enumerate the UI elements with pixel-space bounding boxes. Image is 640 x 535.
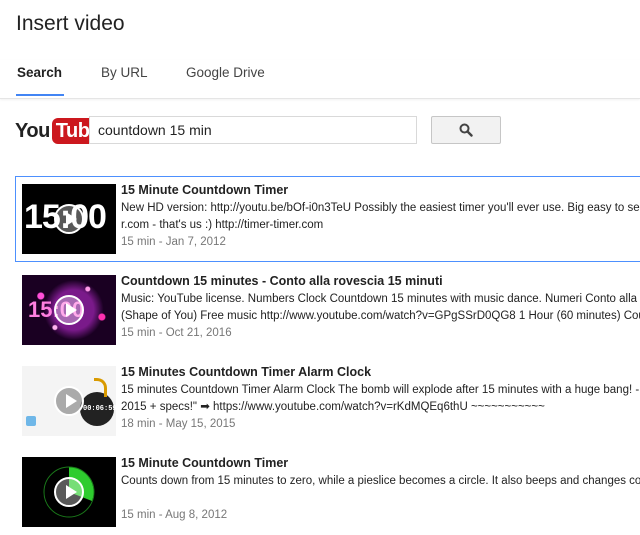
magnifier-icon — [459, 123, 473, 137]
video-meta: 15 min - Oct 21, 2016 — [121, 327, 232, 339]
dialog-title: Insert video — [16, 12, 125, 35]
play-icon — [54, 204, 84, 234]
search-input[interactable] — [89, 116, 417, 144]
video-thumbnail[interactable] — [22, 457, 116, 527]
youtube-logo-you: You — [15, 119, 50, 142]
tab-search[interactable]: Search — [17, 65, 62, 80]
thumbnail-timer-text: 00:06:59 — [83, 405, 116, 413]
search-button[interactable] — [431, 116, 501, 144]
description-line: New HD version: http://youtu.be/bOf-i0n3… — [121, 202, 640, 214]
video-result[interactable]: 15:00 15 Minute Countdown Timer New HD v… — [15, 176, 640, 262]
description-line: Counts down from 15 minutes to zero, whi… — [121, 475, 640, 487]
video-result[interactable]: 15:00 Countdown 15 minutes - Conto alla … — [15, 267, 640, 353]
video-description: Counts down from 15 minutes to zero, whi… — [121, 473, 640, 490]
video-result[interactable]: 15 Minute Countdown Timer Counts down fr… — [15, 449, 640, 535]
play-icon — [54, 386, 84, 416]
video-description: Music: YouTube license. Numbers Clock Co… — [121, 291, 640, 325]
video-title[interactable]: 15 Minute Countdown Timer — [121, 456, 288, 470]
description-line: Music: YouTube license. Numbers Clock Co… — [121, 293, 638, 305]
video-title[interactable]: 15 Minutes Countdown Timer Alarm Clock — [121, 365, 371, 379]
description-line: 2015 + specs!" ➡ https://www.youtube.com… — [121, 401, 545, 413]
active-tab-indicator — [16, 94, 64, 96]
video-result[interactable]: 00:06:59 15 Minutes Countdown Timer Alar… — [15, 358, 640, 444]
tab-google-drive[interactable]: Google Drive — [186, 65, 265, 80]
video-meta: 15 min - Aug 8, 2012 — [121, 509, 228, 521]
thumbnail-fuse — [94, 378, 107, 397]
play-icon — [54, 295, 84, 325]
video-thumbnail[interactable]: 00:06:59 — [22, 366, 116, 436]
description-line: 15 minutes Countdown Timer Alarm Clock T… — [121, 384, 640, 396]
video-meta: 15 min - Jan 7, 2012 — [121, 236, 226, 248]
video-description: 15 minutes Countdown Timer Alarm Clock T… — [121, 382, 640, 416]
video-thumbnail[interactable]: 15:00 — [22, 275, 116, 345]
video-title[interactable]: 15 Minute Countdown Timer — [121, 183, 288, 197]
thumbnail-clock-face — [26, 416, 36, 426]
description-line: r.com - that's us :) http://timer-timer.… — [121, 219, 324, 231]
video-meta: 18 min - May 15, 2015 — [121, 418, 236, 430]
description-line: (Shape of You) Free music http://www.you… — [121, 310, 640, 322]
video-title[interactable]: Countdown 15 minutes - Conto alla rovesc… — [121, 274, 443, 288]
tab-bar: Search By URL Google Drive — [0, 60, 640, 99]
video-description: New HD version: http://youtu.be/bOf-i0n3… — [121, 200, 640, 234]
play-icon — [54, 477, 84, 507]
video-thumbnail[interactable]: 15:00 — [22, 184, 116, 254]
tab-by-url[interactable]: By URL — [101, 65, 148, 80]
